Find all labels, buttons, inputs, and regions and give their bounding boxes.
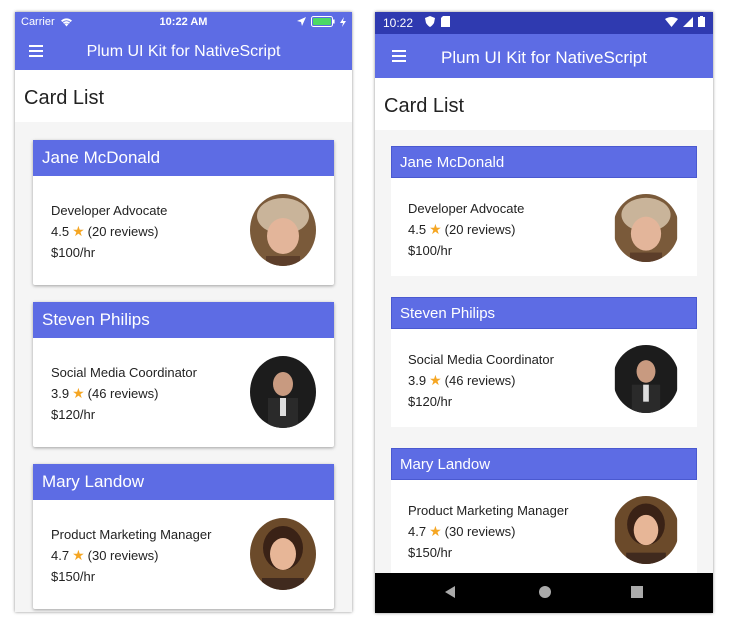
card-title: Steven Philips: [33, 302, 334, 338]
card-rating: 4.7: [51, 548, 70, 563]
back-triangle-icon[interactable]: [443, 585, 457, 604]
card-rate: $150/hr: [408, 545, 453, 560]
avatar: [613, 194, 679, 262]
card-reviews: (20 reviews): [444, 222, 516, 237]
card-rate: $120/hr: [408, 394, 453, 409]
page-title: Card List: [24, 87, 105, 109]
card-role: Developer Advocate: [408, 201, 525, 216]
card-title: Mary Landow: [33, 464, 334, 500]
action-bar: Plum UI Kit for NativeScript: [375, 34, 713, 78]
star-icon: ★: [429, 523, 442, 539]
card-role: Developer Advocate: [51, 203, 168, 218]
wifi-icon: [665, 16, 678, 30]
avatar: [613, 345, 679, 413]
card-rate: $150/hr: [51, 569, 96, 584]
card-steven[interactable]: Steven Philips Social Media Coordinator …: [33, 302, 334, 447]
card-rate: $100/hr: [51, 245, 96, 260]
card-reviews: (30 reviews): [87, 548, 159, 563]
card-role: Social Media Coordinator: [408, 352, 554, 367]
avatar: [250, 356, 316, 428]
card-title: Steven Philips: [391, 297, 697, 329]
card-mary[interactable]: Mary Landow Product Marketing Manager 4.…: [33, 464, 334, 609]
card-mary[interactable]: Mary Landow Product Marketing Manager 4.…: [391, 448, 697, 578]
home-circle-icon[interactable]: [538, 585, 552, 604]
location-arrow-icon: [297, 17, 306, 26]
card-reviews: (46 reviews): [444, 373, 516, 388]
signal-icon: [683, 16, 693, 30]
avatar: [250, 518, 316, 590]
star-icon: ★: [72, 547, 85, 563]
page-header: Card List: [15, 70, 352, 122]
star-icon: ★: [72, 385, 85, 401]
card-rating: 3.9: [408, 373, 427, 388]
page-header: Card List: [375, 78, 713, 130]
shield-icon: [425, 16, 435, 30]
card-rating: 4.5: [408, 222, 427, 237]
star-icon: ★: [72, 223, 85, 239]
card-jane[interactable]: Jane McDonald Developer Advocate 4.5 ★ (20…: [33, 140, 334, 285]
battery-icon: [698, 16, 705, 30]
star-icon: ★: [429, 221, 442, 237]
action-bar-title: Plum UI Kit for NativeScript: [86, 43, 281, 60]
card-reviews: (20 reviews): [87, 224, 159, 239]
android-time: 10:22: [383, 16, 414, 30]
card-rating: 4.7: [408, 524, 427, 539]
page-title: Card List: [384, 95, 465, 117]
card-title: Mary Landow: [391, 448, 697, 480]
ios-status-right: [297, 16, 346, 27]
sd-card-icon: [441, 16, 450, 30]
card-title: Jane McDonald: [33, 140, 334, 176]
battery-icon: [311, 16, 335, 27]
avatar: [613, 496, 679, 564]
card-title: Jane McDonald: [391, 146, 697, 178]
ios-status-bar: Carrier 10:22 AM: [15, 12, 352, 32]
charging-icon: [340, 16, 346, 27]
android-status-bar: 10:22: [375, 12, 713, 34]
card-rate: $120/hr: [51, 407, 96, 422]
card-role: Product Marketing Manager: [408, 503, 569, 518]
recents-square-icon[interactable]: [630, 585, 644, 604]
action-bar-title: Plum UI Kit for NativeScript: [441, 48, 647, 67]
android-navigation-bar: [375, 573, 713, 613]
card-role: Product Marketing Manager: [51, 527, 212, 542]
ios-phone-screen: Carrier 10:22 AM Plum UI Kit for NativeS…: [15, 12, 352, 612]
card-rate: $100/hr: [408, 243, 453, 258]
card-steven[interactable]: Steven Philips Social Media Coordinator …: [391, 297, 697, 427]
star-icon: ★: [429, 372, 442, 388]
card-rating: 3.9: [51, 386, 70, 401]
card-reviews: (46 reviews): [87, 386, 159, 401]
avatar: [250, 194, 316, 266]
card-role: Social Media Coordinator: [51, 365, 197, 380]
card-jane[interactable]: Jane McDonald Developer Advocate 4.5 ★ (20…: [391, 146, 697, 276]
card-rating: 4.5: [51, 224, 70, 239]
card-reviews: (30 reviews): [444, 524, 516, 539]
android-phone-screen: 10:22 Plum UI Kit for NativeScript Card …: [375, 12, 713, 613]
action-bar: Plum UI Kit for NativeScript: [15, 32, 352, 70]
